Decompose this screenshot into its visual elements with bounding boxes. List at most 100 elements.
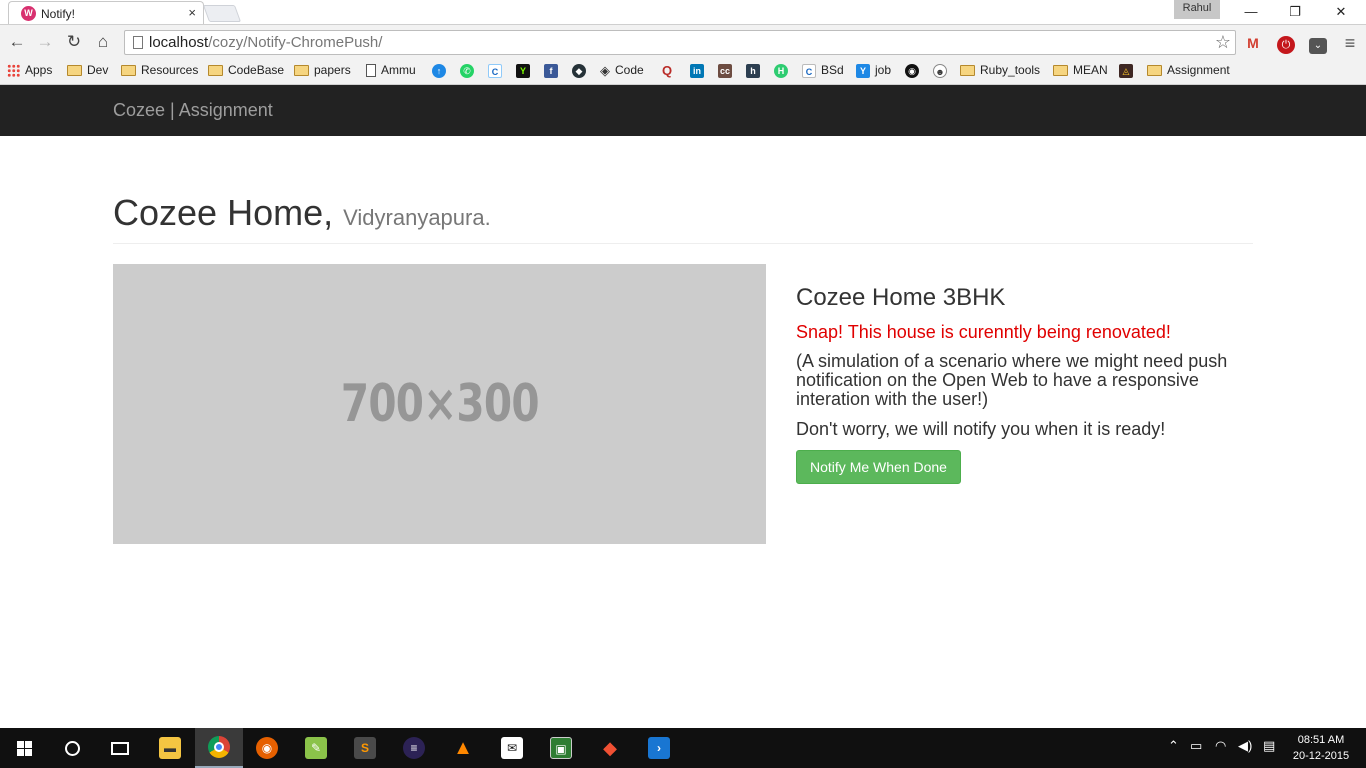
bookmark-icon-cc[interactable]: cc	[718, 63, 737, 81]
windows-logo-icon	[16, 740, 32, 756]
job-icon: Y	[856, 63, 870, 78]
clock-time: 08:51 AM	[1297, 734, 1345, 746]
notify-me-button[interactable]: Notify Me When Done	[796, 450, 961, 484]
notify-favicon-icon: W	[21, 6, 36, 21]
reload-icon[interactable]: ↻	[62, 30, 86, 54]
bookmark-resources[interactable]: Resources	[121, 63, 198, 81]
taskbar-sublime[interactable]: S	[341, 728, 389, 768]
bookmark-codebase[interactable]: CodeBase	[208, 63, 284, 81]
restore-button[interactable]: ❐	[1272, 2, 1318, 22]
listing-description: (A simulation of a scenario where we mig…	[796, 351, 1228, 409]
tray-battery-icon[interactable]: ▭	[1190, 738, 1202, 754]
forward-arrow-icon[interactable]: →	[33, 30, 57, 54]
bookmark-quora[interactable]: Q	[662, 63, 677, 81]
browser-tab-strip: W Notify! × Rahul — ❐ ✕	[0, 0, 1366, 24]
reassurance-text: Don't worry, we will notify you when it …	[796, 419, 1166, 439]
profile-button[interactable]: Rahul	[1174, 0, 1220, 19]
tray-notifications-icon[interactable]: ▤	[1263, 738, 1275, 754]
bookmark-assignment[interactable]: Assignment	[1147, 63, 1230, 81]
github-icon: ◉	[905, 63, 919, 78]
vlc-icon: ▲	[453, 737, 473, 759]
menu-icon[interactable]: ≡	[1340, 33, 1360, 53]
bookmark-dev[interactable]: Dev	[67, 63, 108, 81]
bookmark-star-icon[interactable]: ☆	[1215, 32, 1231, 53]
bookmark-facebook[interactable]: f	[544, 63, 563, 81]
task-view-button[interactable]	[96, 728, 144, 768]
cc-icon: cc	[718, 63, 732, 78]
box-icon: ◬	[1119, 63, 1133, 78]
bookmark-icon-6[interactable]: ◆	[572, 63, 591, 81]
taskbar-firefox[interactable]: ◉	[243, 728, 291, 768]
browser-tab[interactable]: W Notify! ×	[8, 1, 204, 24]
bookmark-icon-4[interactable]: Y	[516, 63, 535, 81]
bookmark-papers[interactable]: papers	[294, 63, 351, 81]
tab-close-icon[interactable]: ×	[188, 5, 196, 20]
url-text: localhost/cozy/Notify-ChromePush/	[149, 34, 383, 51]
bookmark-reddit[interactable]: ☻	[933, 63, 952, 81]
bookmark-job[interactable]: Yjob	[856, 63, 891, 81]
taskbar-file-explorer[interactable]: ▬	[146, 728, 194, 768]
folder-icon: ▬	[159, 737, 181, 759]
house-image-placeholder: 700×300	[113, 264, 766, 544]
upload-circle-icon: ↑	[432, 63, 446, 78]
h-circle-icon: H	[774, 63, 788, 78]
tray-wifi-icon[interactable]: ◠	[1215, 738, 1226, 754]
taskbar-chrome[interactable]	[195, 728, 243, 768]
listing-details: Cozee Home 3BHK Snap! This house is cure…	[796, 284, 1256, 484]
cortana-search-button[interactable]	[48, 728, 96, 768]
bookmark-icon-3[interactable]: C	[488, 63, 507, 81]
bookmark-ammu[interactable]: Ammu	[366, 63, 416, 81]
taskbar-clock[interactable]: 08:51 AM 20-12-2015	[1286, 732, 1356, 764]
taskbar-vlc[interactable]: ▲	[439, 728, 487, 768]
bookmark-bsd[interactable]: C BSd	[802, 63, 844, 81]
adblock-extension-icon[interactable]: ⏻	[1276, 33, 1296, 54]
home-icon[interactable]: ⌂	[91, 30, 115, 54]
shield-icon: ◆	[572, 63, 586, 78]
bookmark-mean[interactable]: MEAN	[1053, 63, 1108, 81]
taskbar-eclipse[interactable]: ≡	[390, 728, 438, 768]
close-window-button[interactable]: ✕	[1318, 2, 1364, 22]
back-arrow-icon[interactable]: ←	[5, 30, 29, 54]
folder-icon	[960, 65, 975, 77]
bookmark-icon-1[interactable]: ↑	[432, 63, 451, 81]
code-icon: ◈	[600, 62, 610, 78]
minimize-button[interactable]: —	[1228, 2, 1274, 22]
page-icon	[366, 64, 376, 78]
tray-volume-icon[interactable]: ◀)	[1238, 738, 1252, 754]
bookmark-code[interactable]: ◈ Code	[600, 63, 644, 81]
folder-icon	[1147, 65, 1162, 77]
notepad-icon: ✎	[305, 737, 327, 759]
taskbar-terminal[interactable]: ▣	[537, 728, 585, 768]
folder-icon	[1053, 65, 1068, 77]
bookmark-icon-h2[interactable]: H	[774, 63, 793, 81]
browser-toolbar: ← → ↻ ⌂ localhost/cozy/Notify-ChromePush…	[0, 24, 1366, 59]
c-icon: C	[802, 63, 816, 78]
bookmark-apps[interactable]: Apps	[7, 63, 52, 81]
bookmark-icon-h[interactable]: h	[746, 63, 765, 81]
gmail-icon[interactable]: M	[1243, 33, 1263, 53]
address-bar[interactable]: localhost/cozy/Notify-ChromePush/ ☆	[124, 30, 1236, 55]
new-tab-button[interactable]	[202, 5, 242, 22]
taskbar-powershell[interactable]: ›	[635, 728, 683, 768]
taskbar-git[interactable]: ◆	[586, 728, 634, 768]
git-icon: ◆	[603, 738, 617, 758]
bookmarks-bar: Apps Dev Resources CodeBase papers Ammu …	[0, 59, 1366, 85]
placeholder-dimensions-text: 700×300	[340, 374, 540, 434]
taskbar-mail[interactable]: ✉	[488, 728, 536, 768]
page-title: Cozee Home, Vidyranyapura.	[113, 192, 1253, 234]
bookmark-icon-box[interactable]: ◬	[1119, 63, 1138, 81]
start-button[interactable]	[0, 728, 48, 768]
tray-chevron-up-icon[interactable]: ⌃	[1168, 738, 1179, 754]
mail-icon: ✉	[501, 737, 523, 759]
y-icon: Y	[516, 63, 530, 78]
firefox-icon: ◉	[256, 737, 278, 759]
page-subtitle: Vidyranyapura.	[343, 205, 491, 230]
bookmark-linkedin[interactable]: in	[690, 63, 709, 81]
bookmark-whatsapp[interactable]: ✆	[460, 63, 479, 81]
page-header: Cozee Home, Vidyranyapura.	[113, 192, 1253, 244]
bookmark-github[interactable]: ◉	[905, 63, 924, 81]
navbar-brand-link[interactable]: Cozee | Assignment	[113, 100, 273, 121]
taskbar-notepad-plus[interactable]: ✎	[292, 728, 340, 768]
bookmark-ruby-tools[interactable]: Ruby_tools	[960, 63, 1040, 81]
pocket-extension-icon[interactable]: ⌄	[1308, 33, 1328, 54]
